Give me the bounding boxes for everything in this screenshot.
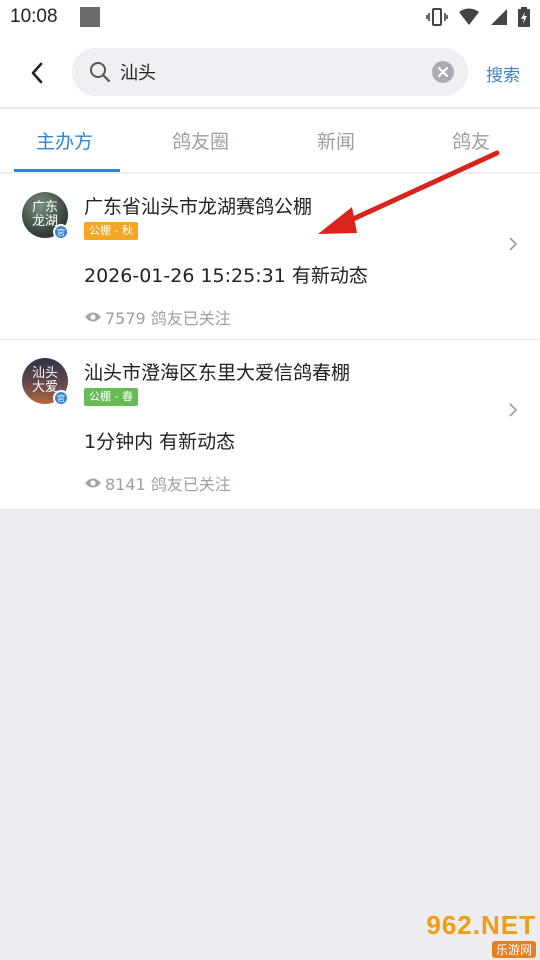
follower-count: 7579 鸽友已关注 bbox=[84, 305, 231, 329]
vibrate-icon bbox=[426, 7, 448, 31]
signal-icon bbox=[490, 8, 508, 30]
watermark-sub: 乐游网 bbox=[491, 941, 536, 958]
item-title: 汕头市澄海区东里大爱信鸽春棚 bbox=[84, 362, 351, 384]
follower-text: 7579 鸽友已关注 bbox=[105, 309, 231, 328]
category-tag: 公棚 - 春 bbox=[84, 388, 138, 406]
category-tag: 公棚 - 秋 bbox=[84, 222, 138, 240]
update-text: 1分钟内 有新动态 bbox=[84, 431, 236, 453]
follower-text: 8141 鸽友已关注 bbox=[105, 475, 231, 494]
chevron-right-icon bbox=[509, 237, 518, 251]
search-input[interactable] bbox=[120, 56, 420, 88]
battery-icon bbox=[518, 7, 530, 31]
item-title: 广东省汕头市龙湖赛鸽公棚 bbox=[84, 196, 313, 218]
wifi-icon bbox=[458, 8, 480, 30]
eye-icon bbox=[85, 478, 101, 488]
watermark-logo: 962.NET 乐游网 bbox=[400, 910, 536, 958]
back-button[interactable] bbox=[22, 58, 52, 88]
tab-pigeon-circle[interactable]: 鸽友圈 bbox=[172, 127, 229, 154]
tab-organizer[interactable]: 主办方 bbox=[36, 127, 93, 154]
official-badge-icon: 官 bbox=[53, 390, 69, 406]
eye-icon bbox=[85, 312, 101, 322]
chevron-left-icon bbox=[31, 62, 43, 84]
search-icon bbox=[90, 62, 111, 83]
search-button[interactable]: 搜索 bbox=[486, 61, 520, 86]
search-box[interactable] bbox=[72, 48, 468, 96]
update-text: 2026-01-26 15:25:31 有新动态 bbox=[84, 265, 368, 287]
tab-pigeon-friends[interactable]: 鸽友 bbox=[452, 127, 490, 154]
tab-bar: 主办方 鸽友圈 新闻 鸽友 bbox=[0, 109, 540, 173]
status-time: 10:08 bbox=[10, 6, 58, 27]
result-list: 广东龙湖 官 广东省汕头市龙湖赛鸽公棚 公棚 - 秋 2026-01-26 15… bbox=[0, 174, 540, 510]
tab-indicator bbox=[14, 169, 120, 172]
notification-icon bbox=[80, 7, 100, 27]
official-badge-icon: 官 bbox=[53, 224, 69, 240]
app-screen: 10:08 搜索 bbox=[0, 0, 540, 960]
chevron-right-icon bbox=[509, 403, 518, 417]
search-header: 搜索 bbox=[0, 38, 540, 108]
follower-count: 8141 鸽友已关注 bbox=[84, 471, 231, 495]
clear-icon[interactable] bbox=[432, 61, 454, 83]
tab-news[interactable]: 新闻 bbox=[317, 127, 355, 154]
list-item[interactable]: 汕头大爱 官 汕头市澄海区东里大爱信鸽春棚 公棚 - 春 1分钟内 有新动态 8… bbox=[0, 340, 540, 510]
status-bar: 10:08 bbox=[0, 0, 540, 38]
empty-area bbox=[0, 511, 540, 960]
watermark-brand: 962.NET bbox=[426, 910, 536, 940]
list-item[interactable]: 广东龙湖 官 广东省汕头市龙湖赛鸽公棚 公棚 - 秋 2026-01-26 15… bbox=[0, 174, 540, 340]
status-icons bbox=[426, 7, 530, 31]
